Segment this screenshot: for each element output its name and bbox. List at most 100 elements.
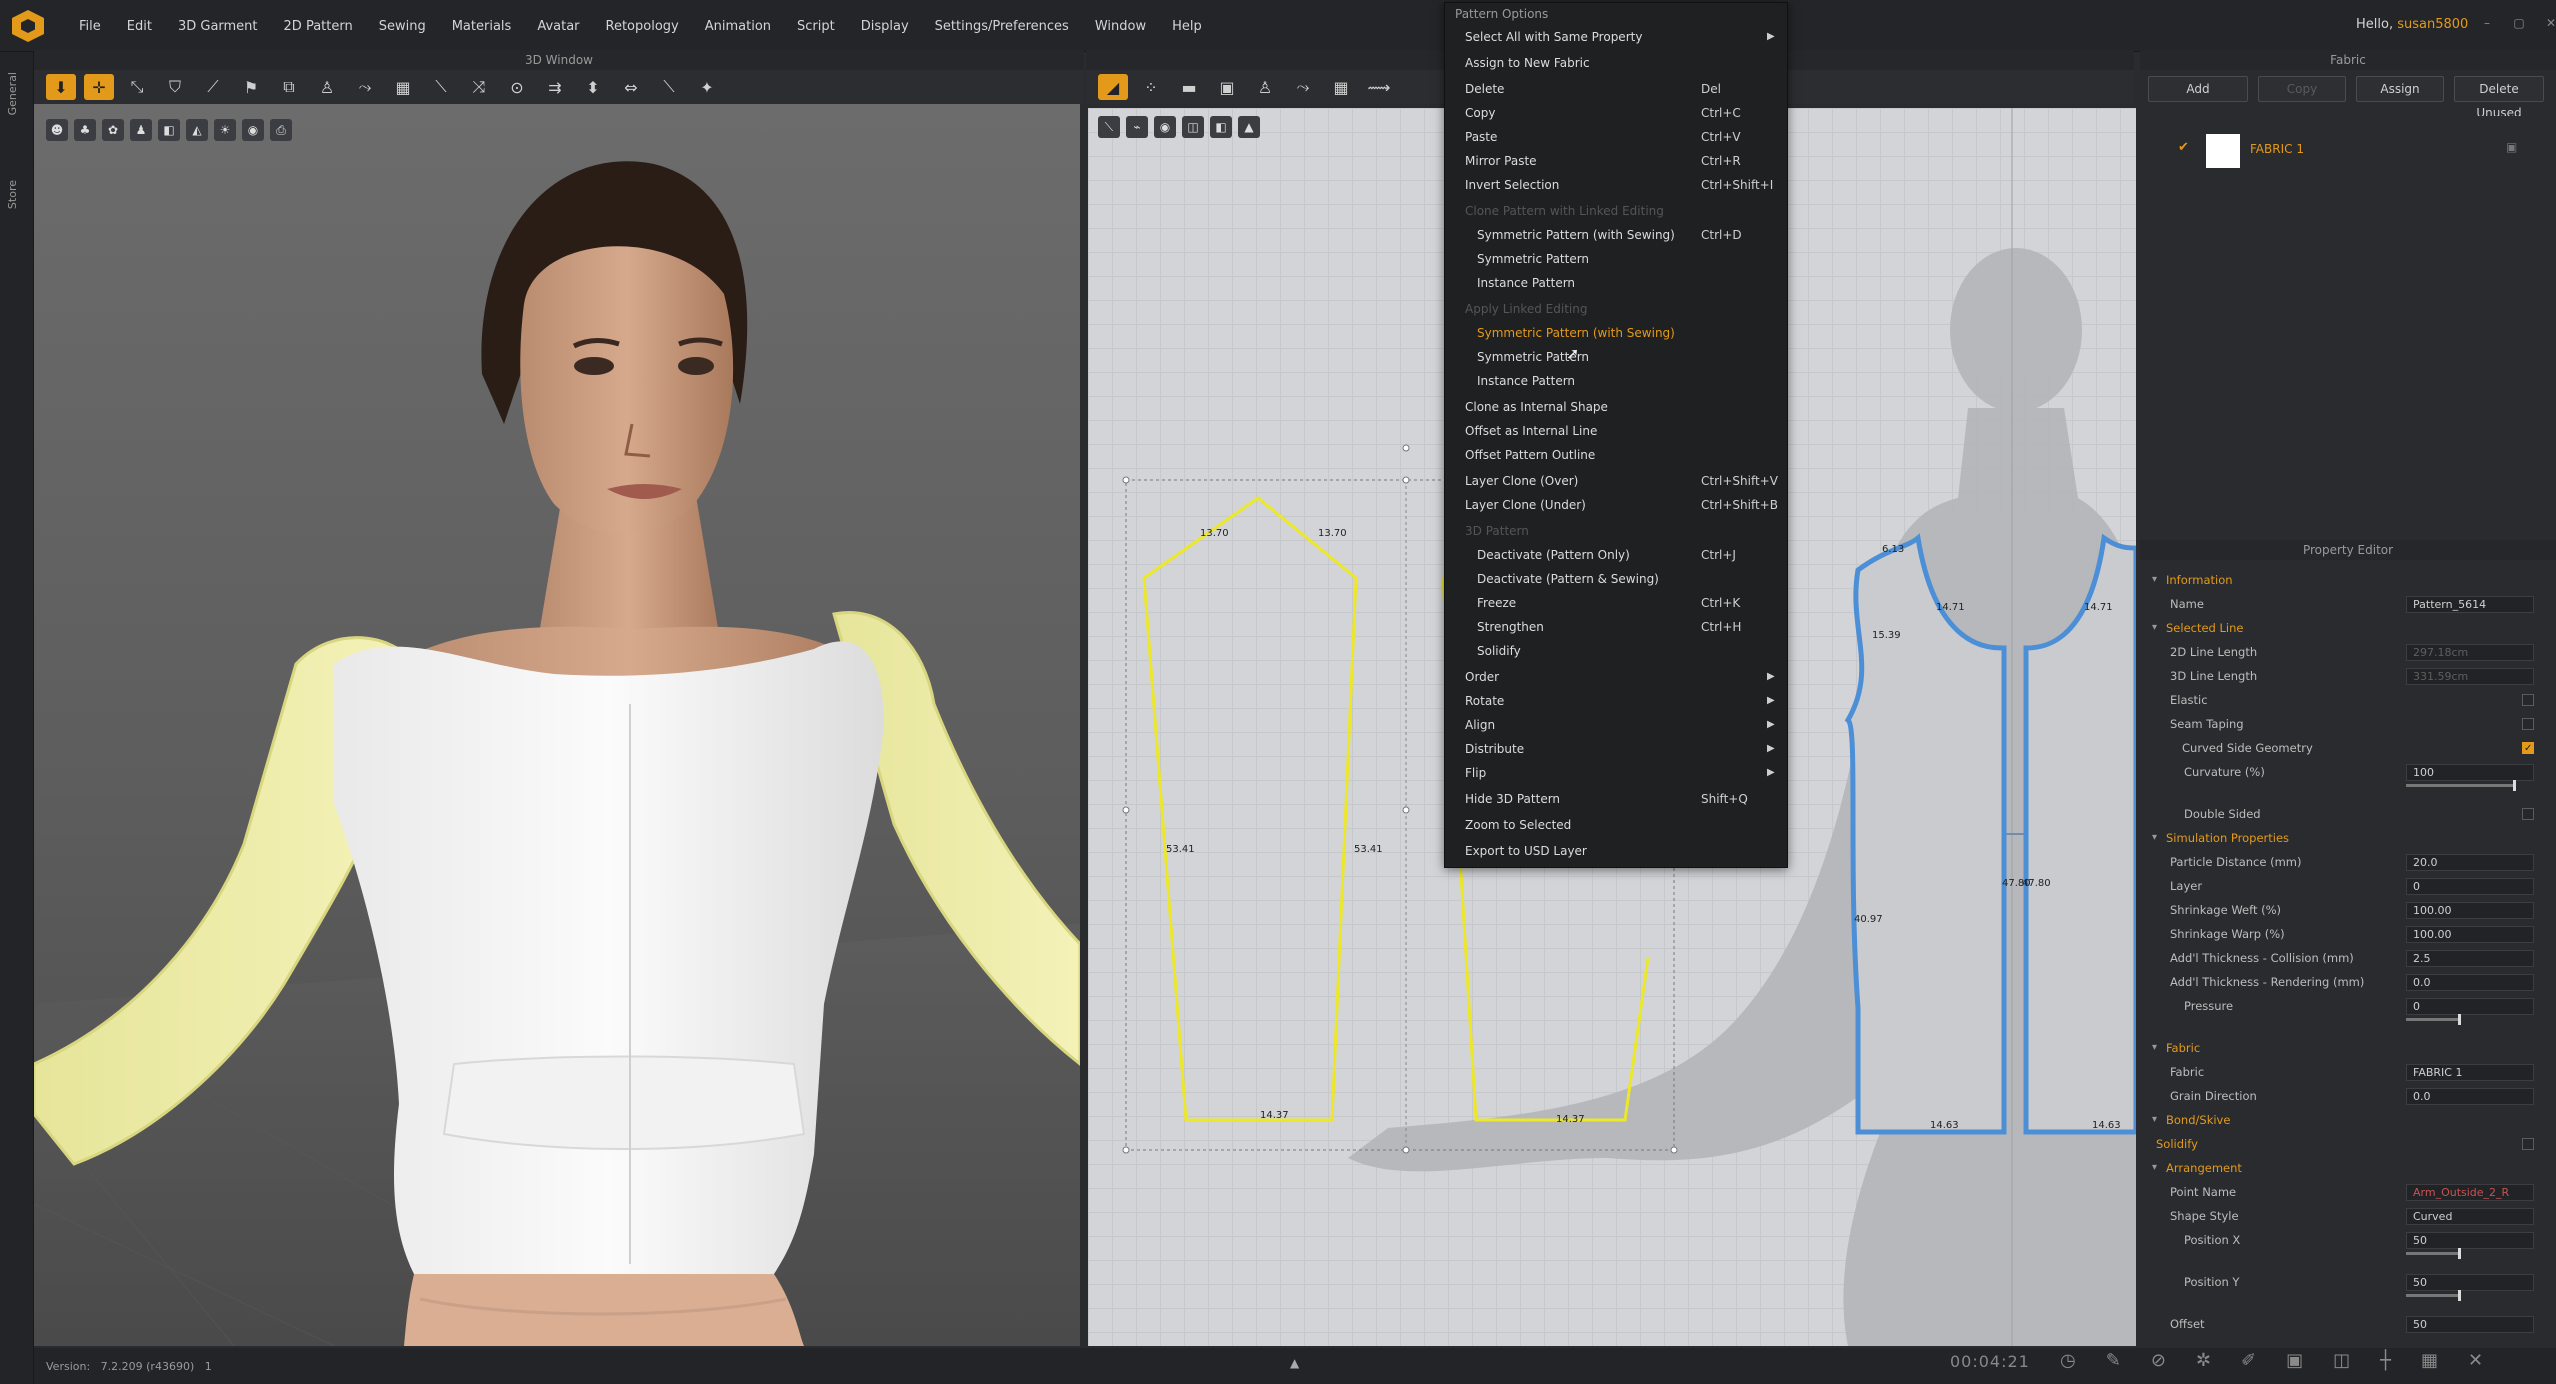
pin-icon[interactable]: ⟋ (198, 74, 228, 100)
menu-item[interactable]: Sewing (366, 19, 439, 34)
context-menu-item[interactable]: Layer Clone (Over) Ctrl+Shift+V (1445, 469, 1789, 493)
menu-item[interactable]: 2D Pattern (271, 19, 366, 34)
align-icon[interactable]: ⇉ (540, 74, 570, 100)
menu-item[interactable]: Animation (692, 19, 784, 34)
sewing-view-icon[interactable]: ⌁ (1126, 116, 1148, 138)
context-menu-item[interactable]: Symmetric Pattern (1445, 247, 1789, 271)
property-value-field[interactable]: 0 (2406, 998, 2534, 1015)
polygon-icon[interactable]: ▬ (1174, 74, 1204, 100)
grid-icon[interactable]: ▦ (388, 74, 418, 100)
stretch-icon[interactable]: ⇔ (616, 74, 646, 100)
property-section[interactable]: Fabric (2148, 1036, 2546, 1060)
settings-icon[interactable]: ✲ (2196, 1350, 2211, 1371)
fold-icon[interactable]: ⧉ (274, 74, 304, 100)
menu-item[interactable]: Materials (439, 19, 525, 34)
property-checkbox[interactable] (2522, 808, 2534, 820)
menu-item[interactable]: Settings/Preferences (922, 19, 1082, 34)
transform-icon[interactable]: ⬍ (578, 74, 608, 100)
property-value-field[interactable]: FABRIC 1 (2406, 1064, 2534, 1081)
button-icon[interactable]: ⊙ (502, 74, 532, 100)
property-slider[interactable] (2406, 1014, 2461, 1025)
property-slider[interactable] (2406, 1290, 2461, 1301)
context-menu-item[interactable]: Deactivate (Pattern & Sewing) (1445, 567, 1789, 591)
context-menu-item[interactable]: Solidify (1445, 639, 1789, 663)
measure-icon[interactable]: ⤨ (464, 74, 494, 100)
property-slider[interactable] (2406, 1248, 2461, 1259)
context-menu-item[interactable]: Delete Del (1445, 77, 1789, 101)
avatar-view-icon[interactable]: ▲ (1238, 116, 1260, 138)
tack-icon[interactable]: ⚑ (236, 74, 266, 100)
light-icon[interactable]: ☀ (214, 119, 236, 141)
property-checkbox[interactable] (2522, 1138, 2534, 1150)
property-slider[interactable] (2406, 780, 2516, 791)
grid-2d-icon[interactable]: ▦ (1326, 74, 1356, 100)
menu-item[interactable]: Retopology (593, 19, 692, 34)
property-value-field[interactable]: 331.59cm (2406, 668, 2534, 685)
sewing-icon[interactable]: ⤳ (1288, 74, 1318, 100)
property-value-field[interactable]: 20.0 (2406, 854, 2534, 871)
property-value-field[interactable]: 297.18cm (2406, 644, 2534, 661)
material-icon[interactable]: ◧ (158, 119, 180, 141)
close-icon[interactable]: ✕ (2542, 14, 2556, 32)
property-value-field[interactable]: 50 (2406, 1232, 2534, 1249)
rectangle-icon[interactable]: ▣ (1212, 74, 1242, 100)
texture-view-icon[interactable]: ◉ (1154, 116, 1176, 138)
property-checkbox[interactable] (2522, 718, 2534, 730)
tab-general[interactable]: General (6, 72, 19, 115)
menu-item[interactable]: Avatar (524, 19, 592, 34)
no-edit-icon[interactable]: ⊘ (2151, 1350, 2166, 1371)
fold-view-icon[interactable]: ◧ (1210, 116, 1232, 138)
menu-item[interactable]: File (66, 19, 114, 34)
edit-point-icon[interactable]: ⁘ (1136, 74, 1166, 100)
context-menu-item[interactable]: Layer Clone (Under) Ctrl+Shift+B (1445, 493, 1789, 517)
username-link[interactable]: susan5800 (2397, 17, 2468, 32)
assign-fabric-button[interactable]: Assign (2356, 76, 2444, 102)
context-menu-item[interactable]: Hide 3D Pattern Shift+Q (1445, 787, 1789, 811)
avatar-icon[interactable]: ♟ (130, 119, 152, 141)
copy-fabric-button[interactable]: Copy (2258, 76, 2346, 102)
grain-view-icon[interactable]: ◫ (1182, 116, 1204, 138)
camera-icon[interactable]: ⎙ (270, 119, 292, 141)
avatar-display-icon[interactable]: ☻ (46, 119, 68, 141)
maximize-icon[interactable]: ▢ (2510, 14, 2528, 32)
context-menu-item[interactable]: Freeze Ctrl+K (1445, 591, 1789, 615)
internal-shape-icon[interactable]: ♙ (1250, 74, 1280, 100)
snapshot-icon[interactable]: ▣ (2286, 1350, 2303, 1371)
property-section[interactable]: Simulation Properties (2148, 826, 2546, 850)
menu-item[interactable]: Script (784, 19, 848, 34)
context-menu-item[interactable]: Copy Ctrl+C (1445, 101, 1789, 125)
ruler-icon[interactable]: ⟍ (654, 74, 684, 100)
context-menu-item[interactable]: Clone as Internal Shape (1445, 395, 1789, 419)
save-icon[interactable]: ▣ (2506, 140, 2517, 154)
simulation-icon[interactable]: ⬇ (46, 74, 76, 100)
property-section[interactable]: Information (2148, 568, 2546, 592)
tools-icon[interactable]: ✕ (2468, 1350, 2483, 1371)
property-section[interactable]: Bond/Skive (2148, 1108, 2546, 1132)
property-section[interactable]: Arrangement (2148, 1156, 2546, 1180)
pattern-view-icon[interactable]: ⟍ (1098, 116, 1120, 138)
split-icon[interactable]: ┼ (2380, 1350, 2391, 1371)
select-move-icon[interactable]: ✛ (84, 74, 114, 100)
property-checkbox[interactable] (2522, 737, 2534, 761)
minimize-icon[interactable]: – (2478, 14, 2496, 32)
context-menu-item[interactable]: Instance Pattern (1445, 369, 1789, 393)
context-menu-item[interactable]: Symmetric Pattern (1445, 345, 1789, 369)
context-menu-item[interactable]: Align ▶ (1445, 713, 1789, 737)
property-value-field[interactable]: 100 (2406, 764, 2534, 781)
context-menu-item[interactable]: Offset as Internal Line (1445, 419, 1789, 443)
property-checkbox[interactable] (2522, 694, 2534, 706)
garment-display-icon[interactable]: ♣ (74, 119, 96, 141)
property-value-field[interactable]: Arm_Outside_2_R (2406, 1184, 2534, 1201)
context-menu-item[interactable]: Paste Ctrl+V (1445, 125, 1789, 149)
property-value-field[interactable]: 100.00 (2406, 902, 2534, 919)
context-menu-item[interactable]: Export to USD Layer (1445, 839, 1789, 863)
xray-icon[interactable]: ◭ (186, 119, 208, 141)
viewport-3d[interactable] (34, 104, 1080, 1346)
tab-store[interactable]: Store (6, 180, 19, 209)
grid-layout-icon[interactable]: ▦ (2421, 1350, 2438, 1371)
context-menu-item[interactable]: Zoom to Selected (1445, 813, 1789, 837)
property-value-field[interactable]: Curved (2406, 1208, 2534, 1225)
menu-item[interactable]: Edit (114, 19, 165, 34)
property-value-field[interactable]: 50 (2406, 1274, 2534, 1291)
property-value-field[interactable]: 50 (2406, 1316, 2534, 1333)
